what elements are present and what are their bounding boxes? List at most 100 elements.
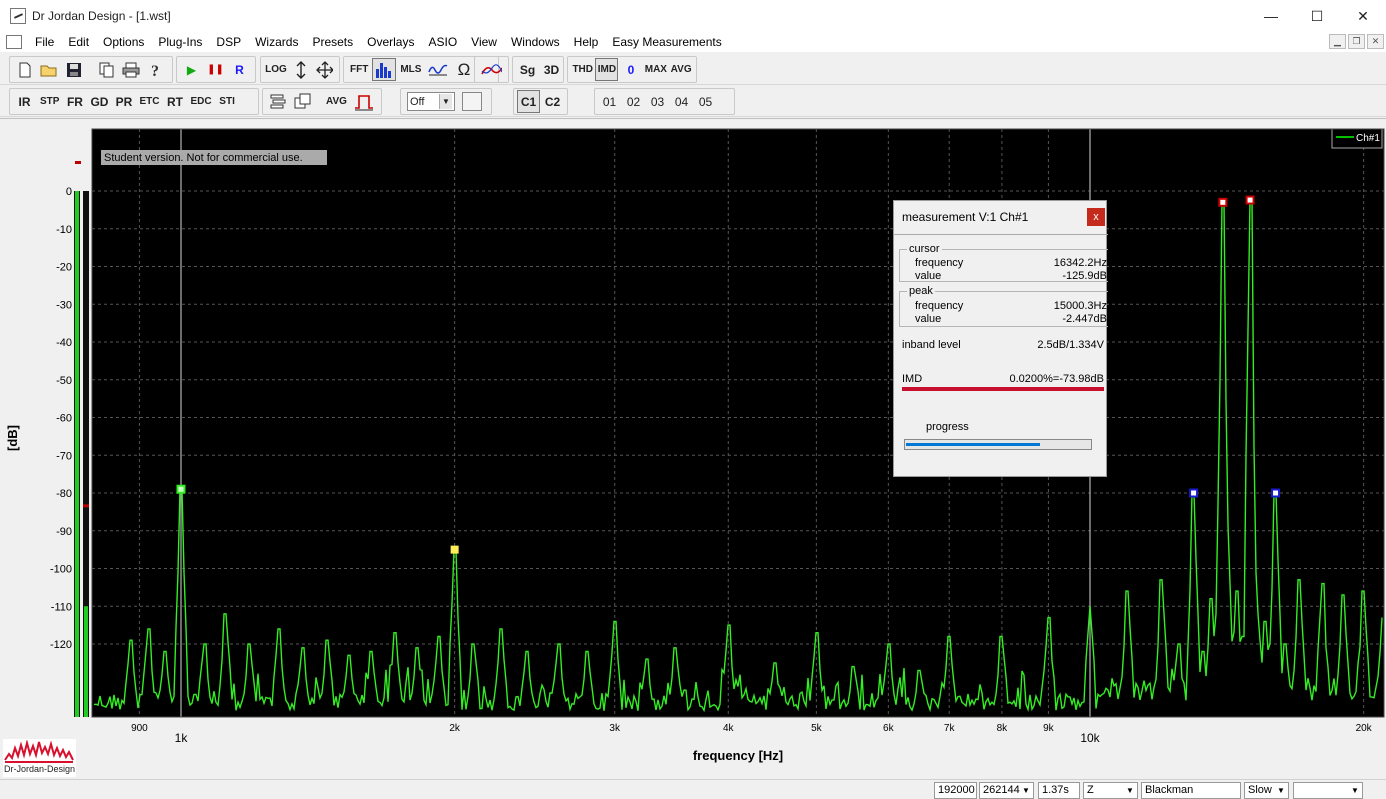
overlay-03-button[interactable]: 03 bbox=[646, 90, 669, 113]
document-icon[interactable] bbox=[6, 35, 22, 49]
ir-button[interactable]: IR bbox=[13, 90, 36, 113]
mdi-close-button[interactable]: ✕ bbox=[1367, 34, 1384, 49]
menu-options[interactable]: Options bbox=[96, 32, 151, 52]
impedance-button[interactable]: Ω bbox=[452, 58, 475, 81]
waterfall-3d-button[interactable]: 3D bbox=[540, 58, 563, 81]
x-tick-label: 20k bbox=[1356, 723, 1373, 734]
imd-indicator-bar bbox=[902, 387, 1104, 391]
pan-button[interactable] bbox=[313, 58, 336, 81]
y-tick-label: -90 bbox=[56, 526, 72, 538]
menu-dsp[interactable]: DSP bbox=[209, 32, 248, 52]
fft-button[interactable]: FFT bbox=[347, 58, 371, 81]
average-button[interactable]: AVG bbox=[669, 58, 693, 81]
overlay-01-button[interactable]: 01 bbox=[598, 90, 621, 113]
window-function-field: Blackman bbox=[1141, 782, 1241, 799]
overlay-04-button[interactable]: 04 bbox=[670, 90, 693, 113]
menu-plugins[interactable]: Plug-Ins bbox=[151, 32, 209, 52]
analysis-toolbar: IR STP FR GD PR ETC RT EDC STI AVG Off ▼ bbox=[0, 85, 1386, 117]
sweep-button[interactable] bbox=[478, 58, 505, 81]
cursor-value-value: -125.9dB bbox=[1062, 270, 1107, 282]
bar-spectrum-icon bbox=[376, 62, 392, 78]
level-meter-left bbox=[75, 191, 79, 717]
windows-button[interactable] bbox=[291, 90, 315, 113]
smoothing-select-box[interactable]: Off ▼ bbox=[407, 92, 455, 111]
fft-size-select[interactable]: 262144 ▼ bbox=[979, 782, 1034, 799]
etc-button[interactable]: ETC bbox=[136, 90, 162, 113]
peak-marker bbox=[1271, 488, 1281, 498]
play-button[interactable]: ▶ bbox=[180, 58, 203, 81]
spectrogram-button[interactable]: Sg bbox=[516, 58, 539, 81]
menu-asio[interactable]: ASIO bbox=[421, 32, 464, 52]
chevron-down-icon: ▼ bbox=[1126, 786, 1134, 795]
windows-icon bbox=[294, 93, 311, 108]
vertical-zoom-button[interactable] bbox=[289, 58, 312, 81]
channel-c1-button[interactable]: C1 bbox=[517, 90, 540, 113]
logo-waveform-icon bbox=[4, 740, 74, 763]
stp-button[interactable]: STP bbox=[37, 90, 62, 113]
y-tick-label: -20 bbox=[56, 262, 72, 274]
legend-label: Ch#1 bbox=[1356, 133, 1380, 144]
extra-select[interactable]: ▼ bbox=[1293, 782, 1363, 799]
measurement-panel[interactable]: measurement V:1 Ch#1 x cursor frequency … bbox=[893, 200, 1108, 477]
menu-easy-measurements[interactable]: Easy Measurements bbox=[605, 32, 728, 52]
mls-button[interactable]: MLS bbox=[397, 58, 424, 81]
pr-button[interactable]: PR bbox=[112, 90, 135, 113]
close-button[interactable]: ✕ bbox=[1340, 0, 1386, 32]
menu-windows[interactable]: Windows bbox=[504, 32, 567, 52]
menu-overlays[interactable]: Overlays bbox=[360, 32, 421, 52]
logo: Dr-Jordan-Design bbox=[3, 739, 76, 777]
color-swatch bbox=[462, 92, 482, 111]
maximize-button[interactable]: ☐ bbox=[1294, 0, 1340, 32]
gate-button[interactable] bbox=[351, 90, 377, 113]
help-button[interactable]: ? bbox=[144, 58, 167, 81]
avg2-button[interactable]: AVG bbox=[323, 90, 350, 113]
new-file-button[interactable] bbox=[13, 58, 36, 81]
record-button[interactable]: R bbox=[228, 58, 251, 81]
menu-view[interactable]: View bbox=[464, 32, 504, 52]
chevron-down-icon: ▼ bbox=[1351, 786, 1359, 795]
sti-button[interactable]: STI bbox=[216, 90, 239, 113]
measurement-close-button[interactable]: x bbox=[1087, 208, 1105, 226]
mdi-restore-button[interactable]: ❐ bbox=[1348, 34, 1365, 49]
speed-select[interactable]: Slow ▼ bbox=[1244, 782, 1289, 799]
print-button[interactable] bbox=[119, 58, 143, 81]
color-swatch-button[interactable] bbox=[459, 90, 485, 113]
gd-button[interactable]: GD bbox=[87, 90, 111, 113]
spectrum-chart[interactable]: 0 -10 -20 -30 -40 -50 -60 -70 -80 -90 -100 -110 -120… bbox=[0, 119, 1386, 779]
menu-presets[interactable]: Presets bbox=[305, 32, 360, 52]
save-button[interactable] bbox=[62, 58, 85, 81]
edc-button[interactable]: EDC bbox=[187, 90, 214, 113]
menu-wizards[interactable]: Wizards bbox=[248, 32, 305, 52]
svg-text:?: ? bbox=[151, 63, 159, 79]
plot-background bbox=[92, 129, 1384, 717]
rt-button[interactable]: RT bbox=[163, 90, 186, 113]
overlay-05-button[interactable]: 05 bbox=[694, 90, 717, 113]
menu-bar: File Edit Options Plug-Ins DSP Wizards P… bbox=[0, 32, 1386, 52]
thd-button[interactable]: THD bbox=[571, 58, 594, 81]
open-file-button[interactable] bbox=[37, 58, 61, 81]
imd-button[interactable]: IMD bbox=[595, 58, 619, 81]
menu-help[interactable]: Help bbox=[567, 32, 606, 52]
smoothing-select[interactable]: Off ▼ bbox=[404, 90, 458, 113]
max-hold-button[interactable]: MAX bbox=[643, 58, 668, 81]
measure-group: THD IMD 0 MAX AVG bbox=[567, 56, 697, 83]
overlay-02-button[interactable]: 02 bbox=[622, 90, 645, 113]
mdi-minimize-button[interactable]: ▁ bbox=[1329, 34, 1346, 49]
spectrum-button[interactable] bbox=[372, 58, 397, 81]
copy-button[interactable] bbox=[95, 58, 118, 81]
zero-button[interactable]: 0 bbox=[619, 58, 642, 81]
chevron-down-icon: ▼ bbox=[1022, 786, 1030, 795]
sweep-group bbox=[474, 56, 509, 83]
channel-c2-button[interactable]: C2 bbox=[541, 90, 564, 113]
duration-field: 1.37s bbox=[1038, 782, 1080, 799]
x-tick-label: 2k bbox=[449, 723, 461, 734]
log-scale-button[interactable]: LOG bbox=[264, 58, 288, 81]
menu-edit[interactable]: Edit bbox=[61, 32, 96, 52]
stack-button[interactable] bbox=[266, 90, 290, 113]
pause-button[interactable]: ❚❚ bbox=[204, 58, 227, 81]
fr-button[interactable]: FR bbox=[63, 90, 86, 113]
minimize-button[interactable]: — bbox=[1248, 0, 1294, 32]
weighting-select[interactable]: Z ▼ bbox=[1083, 782, 1138, 799]
menu-file[interactable]: File bbox=[28, 32, 61, 52]
waveform-button[interactable] bbox=[425, 58, 451, 81]
